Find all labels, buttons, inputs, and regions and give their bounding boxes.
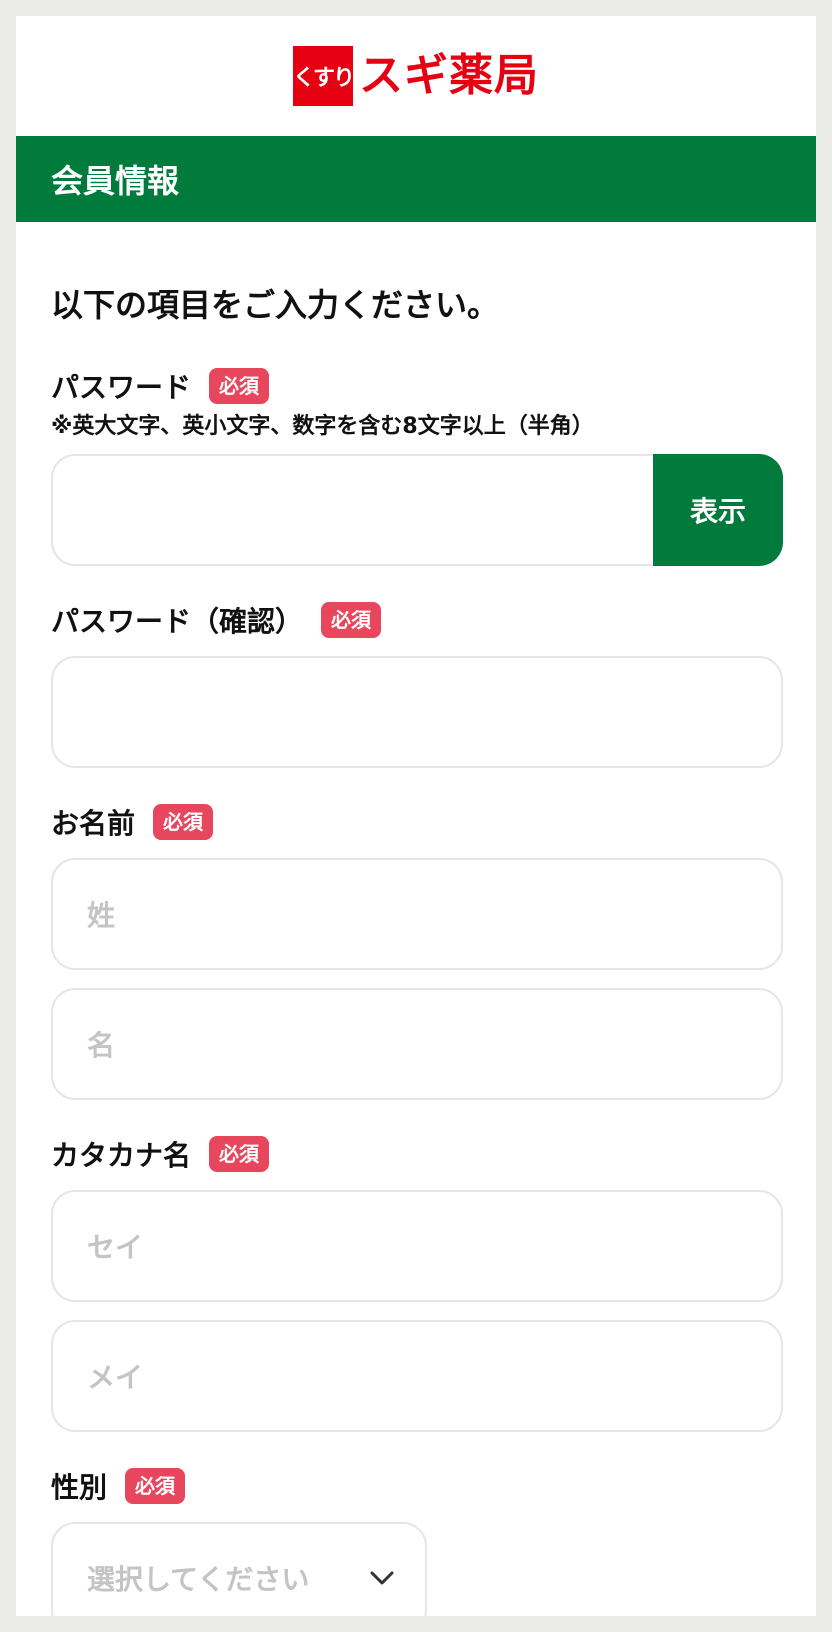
form-intro: 以下の項目をご入力ください。 [51, 286, 500, 324]
kana-label: カタカナ名 [51, 1139, 192, 1172]
name-label-row: お名前 必須 [51, 802, 781, 842]
name-label: お名前 [51, 807, 136, 840]
first-name-input[interactable]: 名 [51, 988, 783, 1100]
gender-select[interactable]: 選択してください [51, 1522, 427, 1616]
required-badge: 必須 [153, 804, 214, 840]
gender-select-value: 選択してください [87, 1563, 310, 1596]
kana-first-input[interactable]: メイ [51, 1320, 783, 1432]
password-field-wrap: 表示 [51, 454, 783, 566]
required-badge: 必須 [209, 1136, 270, 1172]
kana-last-input[interactable]: セイ [51, 1190, 783, 1302]
logo-text: スギ薬局 [359, 50, 539, 101]
logo-mark: くすり [293, 46, 355, 106]
required-badge: 必須 [321, 602, 382, 638]
password-note: ※英大文字、英小文字、数字を含む8文字以上（半角） [51, 414, 594, 439]
password-label: パスワード [51, 371, 192, 404]
password-confirm-input[interactable] [51, 656, 783, 768]
password-confirm-label: パスワード（確認） [51, 605, 304, 638]
show-password-button[interactable]: 表示 [653, 454, 783, 566]
chevron-down-icon [370, 1571, 394, 1585]
required-badge: 必須 [209, 368, 270, 404]
last-name-input[interactable]: 姓 [51, 858, 783, 970]
header: くすり スギ薬局 [16, 16, 816, 136]
sugi-logo[interactable]: くすり スギ薬局 [293, 46, 539, 106]
required-badge: 必須 [125, 1468, 186, 1504]
page: くすり スギ薬局 会員情報 以下の項目をご入力ください。 パスワード 必須 ※英… [16, 16, 816, 1616]
password-confirm-label-row: パスワード（確認） 必須 [51, 600, 781, 640]
gender-label-row: 性別 必須 [51, 1466, 781, 1506]
gender-label: 性別 [51, 1471, 108, 1504]
password-label-row: パスワード 必須 [51, 366, 781, 406]
form: 以下の項目をご入力ください。 パスワード 必須 ※英大文字、英小文字、数字を含む… [16, 280, 816, 1616]
kana-label-row: カタカナ名 必須 [51, 1134, 781, 1174]
section-title: 会員情報 [16, 136, 816, 222]
